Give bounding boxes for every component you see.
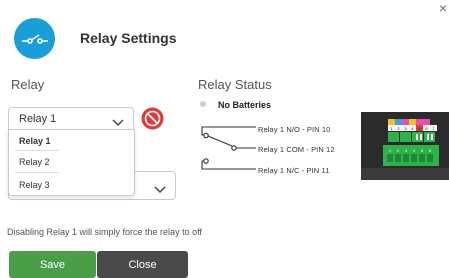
terminal-block-image: 1 2 3 4 5 6 7 1 2 3 4 5 6: [361, 112, 449, 180]
disable-note: Disabling Relay 1 will simply force the …: [7, 227, 202, 237]
svg-text:3: 3: [404, 126, 407, 131]
pin-label-nc: Relay 1 N/C - PIN 11: [258, 166, 330, 175]
relay-switch-icon: [14, 18, 55, 59]
dropdown-divider: [15, 150, 59, 151]
svg-text:1: 1: [389, 148, 392, 153]
close-button[interactable]: Close: [97, 251, 188, 278]
pin-label-no: Relay 1 N/O - PIN 10: [258, 125, 331, 134]
svg-text:6: 6: [425, 126, 428, 131]
svg-text:2: 2: [397, 148, 400, 153]
svg-text:4: 4: [413, 148, 416, 153]
relay-section-label: Relay: [11, 77, 45, 92]
dropdown-option-relay-2[interactable]: Relay 2: [19, 157, 50, 167]
svg-text:1: 1: [390, 126, 393, 131]
close-dialog-icon[interactable]: ×: [437, 1, 449, 15]
svg-text:4: 4: [411, 126, 414, 131]
svg-text:5: 5: [418, 126, 421, 131]
svg-text:5: 5: [421, 148, 424, 153]
chevron-down-icon: [154, 181, 166, 199]
svg-text:6: 6: [429, 148, 432, 153]
battery-status-dot: [200, 101, 206, 107]
dropdown-divider: [15, 172, 59, 173]
svg-text:3: 3: [405, 148, 408, 153]
dropdown-option-relay-1[interactable]: Relay 1: [19, 136, 51, 146]
dialog-title: Relay Settings: [80, 30, 177, 46]
battery-status-text: No Batteries: [218, 100, 272, 110]
no-entry-icon[interactable]: [141, 107, 164, 130]
svg-text:7: 7: [432, 126, 435, 131]
relay-dropdown-menu: Relay 1 Relay 2 Relay 3: [8, 129, 135, 196]
dropdown-option-relay-3[interactable]: Relay 3: [19, 180, 50, 190]
pin-label-com: Relay 1 COM - PIN 12: [258, 145, 335, 154]
relay-status-label: Relay Status: [198, 77, 272, 92]
relay-select[interactable]: Relay 1: [8, 107, 134, 131]
relay-select-value: Relay 1: [19, 113, 57, 125]
relay-contact-diagram: [196, 121, 256, 173]
svg-text:2: 2: [397, 126, 400, 131]
save-button[interactable]: Save: [9, 251, 96, 278]
